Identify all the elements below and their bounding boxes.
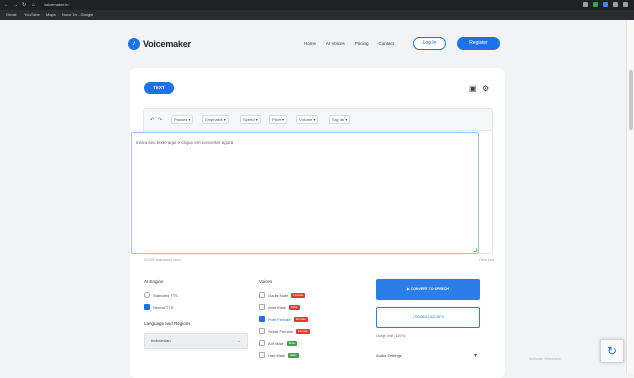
checkbox-icon[interactable]: [259, 340, 265, 346]
extension-icon[interactable]: [593, 2, 598, 7]
voice-badge: Male: [288, 352, 299, 358]
activate-windows-watermark: Activate Windows: [529, 356, 561, 361]
text-input-area[interactable]: Insira seu texto aqui e clique em conver…: [131, 132, 479, 254]
editor-text: Insira seu texto aqui e clique em conver…: [136, 140, 234, 145]
engine-neural-label: Neural TTS: [153, 304, 174, 310]
download-label: DOWNLOAD MP3: [414, 315, 444, 319]
logo-text: Voicemaker: [143, 39, 191, 49]
speed-button[interactable]: Speed ▾: [240, 115, 261, 124]
voice-item[interactable]: Gadis Male Female: [259, 291, 306, 299]
checkbox-icon[interactable]: [259, 304, 265, 310]
convert-label: CONVERT TO SPEECH: [410, 287, 449, 291]
resize-handle[interactable]: [473, 248, 477, 252]
bookmark-item[interactable]: Novo 1h - Google: [62, 12, 93, 18]
recaptcha-icon[interactable]: ↻: [600, 339, 624, 363]
voice-name: Arief Male: [268, 304, 287, 310]
convert-to-speech-button[interactable]: ▶ CONVERT TO SPEECH: [376, 279, 480, 300]
emphasis-button[interactable]: Emphasis ▾: [202, 115, 229, 124]
forward-icon[interactable]: →: [13, 2, 18, 8]
usage-limit-text: Usage limit (100%): [376, 334, 406, 338]
ai-engine-title: AI Engine: [144, 279, 164, 284]
undo-icon[interactable]: ↶: [150, 117, 154, 123]
voice-item[interactable]: Arief Male Male: [259, 303, 300, 311]
save-icon[interactable]: ▣: [469, 85, 477, 93]
chevron-down-icon: ▾: [473, 353, 477, 359]
nav-contact[interactable]: Contact: [379, 41, 395, 46]
tab-text[interactable]: TEXT: [144, 82, 174, 94]
engine-standard-label: Standard TTS: [153, 292, 178, 298]
voice-name: Sekar Female: [268, 328, 293, 334]
voice-name: Hari Male: [268, 352, 286, 358]
engine-standard[interactable]: Standard TTS: [144, 291, 178, 299]
back-icon[interactable]: ←: [4, 2, 9, 8]
voice-badge: Female: [295, 328, 310, 334]
checkbox-icon[interactable]: [259, 292, 265, 298]
menu-icon[interactable]: [623, 2, 628, 7]
engine-section: AI Engine Standard TTS Neural TTS Langua…: [144, 279, 254, 349]
extension-icon[interactable]: [583, 2, 588, 7]
nav-home[interactable]: Home: [304, 41, 316, 46]
register-button[interactable]: Register: [457, 37, 500, 50]
scrollbar-thumb[interactable]: [629, 70, 633, 130]
site-navbar: ♪ Voicemaker Home AI Voices Pricing Cont…: [128, 35, 506, 55]
reload-icon[interactable]: ↻: [22, 2, 26, 8]
character-count: 0/2000 characters used: [144, 258, 181, 262]
radio-selected-icon[interactable]: [144, 304, 150, 310]
audio-settings-toggle[interactable]: Audio Settings ▾: [376, 351, 480, 361]
checkbox-icon[interactable]: [259, 352, 265, 358]
voice-name: Putri Female: [268, 316, 291, 322]
engine-neural[interactable]: Neural TTS: [144, 303, 173, 311]
browser-extensions: [583, 2, 628, 7]
nav-ai-voices[interactable]: AI Voices: [326, 41, 345, 46]
logo-icon: ♪: [128, 38, 140, 50]
bookmark-item[interactable]: YouTube: [24, 12, 40, 18]
radio-icon[interactable]: [144, 292, 150, 298]
checkbox-icon[interactable]: [259, 328, 265, 334]
voice-name: Arif Male: [268, 340, 284, 346]
bookmarks-bar: Gmail YouTube Maps Novo 1h - Google: [0, 10, 634, 20]
language-selected: Indonesian: [151, 338, 171, 343]
voice-item[interactable]: Sekar Female Female: [259, 327, 310, 335]
nav-links: Home AI Voices Pricing Contact: [304, 41, 394, 46]
voice-item[interactable]: Putri Female Female: [259, 315, 308, 323]
voice-item[interactable]: Hari Male Male: [259, 351, 299, 359]
voice-badge: Female: [291, 292, 306, 298]
voice-badge: Male: [286, 340, 298, 346]
extension-icon[interactable]: [603, 2, 608, 7]
voice-badge: Female: [293, 316, 308, 322]
home-icon[interactable]: ⌂: [32, 2, 35, 8]
pitch-button[interactable]: Pitch ▾: [269, 115, 288, 124]
say-as-button[interactable]: Say as ▾: [329, 115, 351, 124]
voice-name: Gadis Male: [268, 292, 289, 298]
nav-pricing[interactable]: Pricing: [355, 41, 369, 46]
clear-text-link[interactable]: Clear text: [479, 258, 494, 262]
editor-toolbar: ↶ ↷ Pauses ▾ Emphasis ▾ Speed ▾ Pitch ▾ …: [144, 109, 492, 131]
language-title: Language and Regions: [144, 321, 191, 326]
audio-settings-label: Audio Settings: [376, 353, 402, 358]
site-logo[interactable]: ♪ Voicemaker: [128, 38, 191, 50]
gear-icon[interactable]: ⚙: [482, 85, 489, 93]
redo-icon[interactable]: ↷: [158, 117, 162, 123]
voices-section: Voices Gadis Male Female Arief Male Male…: [259, 279, 369, 358]
editor-footer: 0/2000 characters used Clear text: [144, 258, 494, 262]
voice-badge: Male: [289, 304, 300, 310]
checkbox-checked-icon[interactable]: [259, 316, 265, 322]
tts-card: TEXT ▣ ⚙ ↶ ↷ Pauses ▾ Emphasis ▾ Speed ▾…: [130, 68, 505, 378]
chevron-down-icon: ⌄: [236, 338, 241, 344]
login-button[interactable]: Log In: [413, 37, 446, 50]
browser-titlebar: ← → ↻ ⌂ voicemaker.in: [0, 0, 634, 10]
language-select[interactable]: Indonesian ⌄: [144, 333, 248, 349]
voice-item[interactable]: Arif Male Male: [259, 339, 298, 347]
bookmark-item[interactable]: Maps: [46, 12, 56, 18]
address-bar[interactable]: voicemaker.in: [44, 2, 134, 8]
volume-button[interactable]: Volume ▾: [296, 115, 319, 124]
voices-title: Voices: [259, 279, 273, 284]
bookmark-item[interactable]: Gmail: [6, 12, 16, 18]
pauses-button[interactable]: Pauses ▾: [171, 115, 194, 124]
page-scrollbar[interactable]: [626, 20, 634, 374]
profile-icon[interactable]: [613, 2, 618, 7]
download-mp3-button[interactable]: ⤓ DOWNLOAD MP3: [376, 307, 480, 328]
